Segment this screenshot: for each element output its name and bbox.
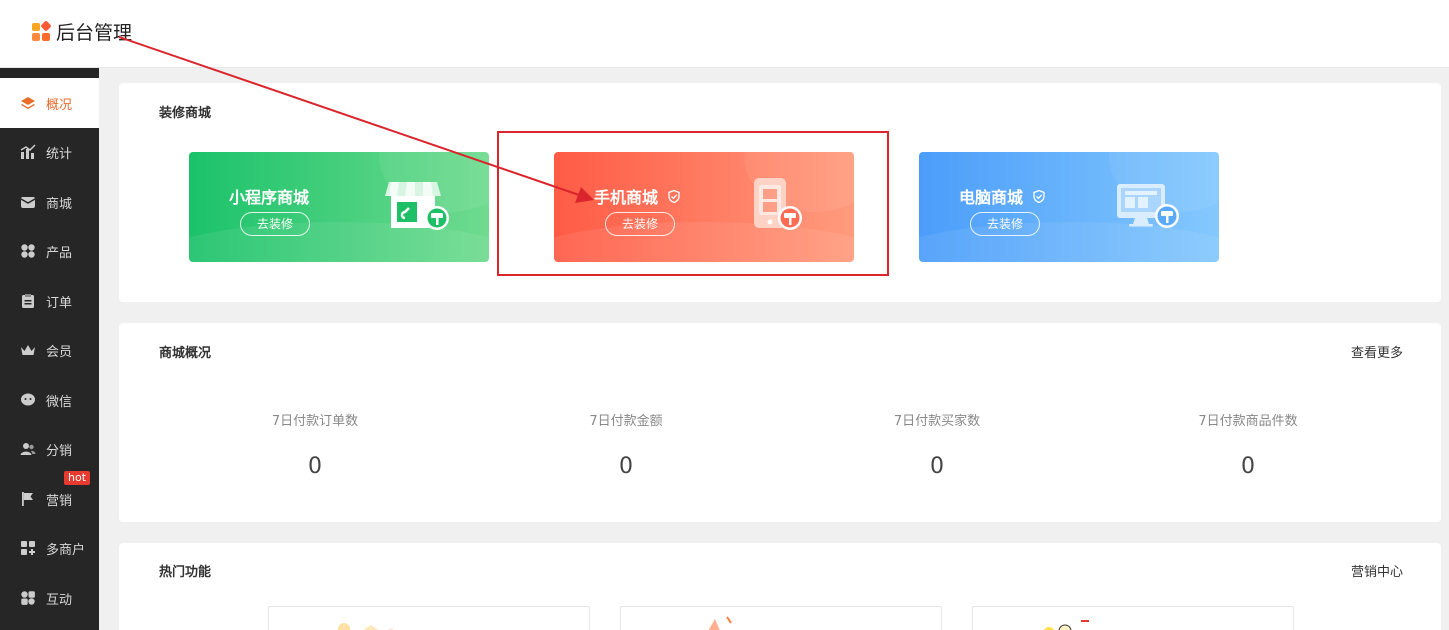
users-icon <box>20 443 36 455</box>
sidebar-item-label: 统计 <box>46 146 73 162</box>
sidebar-item-members[interactable]: 会员 <box>0 325 99 375</box>
sidebar-item-multi-merchant[interactable]: 多商户 <box>0 523 99 573</box>
mail-icon <box>20 197 36 208</box>
sidebar-item-label: 互动 <box>46 592 73 608</box>
sidebar-item-overview[interactable]: 概况 <box>0 78 99 128</box>
decorate-button[interactable]: 去装修 <box>240 212 310 236</box>
decorate-button[interactable]: 去装修 <box>970 212 1040 236</box>
sidebar-item-label: 订单 <box>46 295 73 311</box>
sidebar-item-marketing[interactable]: 营销 <box>0 474 99 524</box>
stat-label: 7日付款商品件数 <box>1198 414 1298 429</box>
stat-orders: 7日付款订单数 0 <box>215 410 415 479</box>
sidebar-item-interaction[interactable]: 互动 <box>0 573 99 623</box>
sidebar-item-statistics[interactable]: 统计 <box>0 127 99 177</box>
app-title: 后台管理 <box>56 22 133 44</box>
sidebar-item-orders[interactable]: 订单 <box>0 276 99 326</box>
feature-card[interactable] <box>268 606 590 630</box>
sidebar-item-label: 营销 <box>46 493 73 509</box>
stat-buyers: 7日付款买家数 0 <box>837 410 1037 479</box>
stat-amount: 7日付款金额 0 <box>526 410 726 479</box>
panel-title: 装修商城 <box>159 106 212 121</box>
feature-card[interactable] <box>972 606 1294 630</box>
sidebar-item-label: 概况 <box>46 97 73 113</box>
sidebar-item-mall[interactable]: 商城 <box>0 177 99 227</box>
chart-icon <box>20 144 36 159</box>
chat-icon <box>21 393 35 406</box>
stat-label: 7日付款金额 <box>589 414 663 429</box>
panel-title: 商城概况 <box>159 346 212 361</box>
stat-value: 0 <box>619 454 633 479</box>
flag-icon <box>22 492 33 506</box>
clipboard-icon <box>22 294 34 308</box>
stat-label: 7日付款买家数 <box>893 414 981 429</box>
top-bar: 后台管理 <box>0 0 1449 68</box>
group-buy-illustration-icon <box>1043 620 1089 630</box>
shield-check-icon <box>1033 189 1045 203</box>
annotation-highlight-box <box>497 131 889 276</box>
pc-mall-card[interactable]: 电脑商城 去装修 <box>919 152 1219 262</box>
gift-illustration-icon <box>708 616 732 630</box>
card-title: 电脑商城 <box>959 188 1024 207</box>
sidebar-item-products[interactable]: 产品 <box>0 226 99 276</box>
stat-value: 0 <box>308 454 322 479</box>
panel-title: 热门功能 <box>159 565 212 580</box>
layers-icon <box>21 97 35 109</box>
marketing-center-link[interactable]: 营销中心 <box>1351 561 1403 580</box>
sidebar-item-label: 分销 <box>46 443 73 459</box>
coupon-illustration-icon <box>338 623 394 630</box>
store-plus-icon <box>21 541 35 555</box>
sidebar-item-wechat[interactable]: 微信 <box>0 375 99 425</box>
sidebar-item-label: 微信 <box>46 394 73 410</box>
storefront-icon <box>385 182 449 230</box>
stat-value: 0 <box>1241 454 1255 479</box>
sidebar-item-label: 产品 <box>46 245 73 261</box>
mini-program-mall-card[interactable]: 小程序商城 去装修 <box>189 152 489 262</box>
apps-icon <box>21 591 35 605</box>
sidebar-item-distribution[interactable]: 分销 <box>0 424 99 474</box>
logo-icon <box>32 19 52 42</box>
monitor-icon <box>1117 184 1179 228</box>
sidebar-item-label: 商城 <box>46 196 73 212</box>
grid-icon <box>21 244 35 258</box>
app-logo[interactable]: 后台管理 <box>32 18 132 45</box>
sidebar-item-label: 多商户 <box>46 542 86 558</box>
stat-items: 7日付款商品件数 0 <box>1148 410 1348 479</box>
stat-label: 7日付款订单数 <box>271 414 359 429</box>
sidebar-item-label: 会员 <box>46 344 73 360</box>
card-title: 小程序商城 <box>229 188 310 207</box>
crown-icon <box>21 345 35 355</box>
feature-card[interactable] <box>620 606 942 630</box>
stat-value: 0 <box>930 454 944 479</box>
view-more-link[interactable]: 查看更多 <box>1351 342 1403 361</box>
